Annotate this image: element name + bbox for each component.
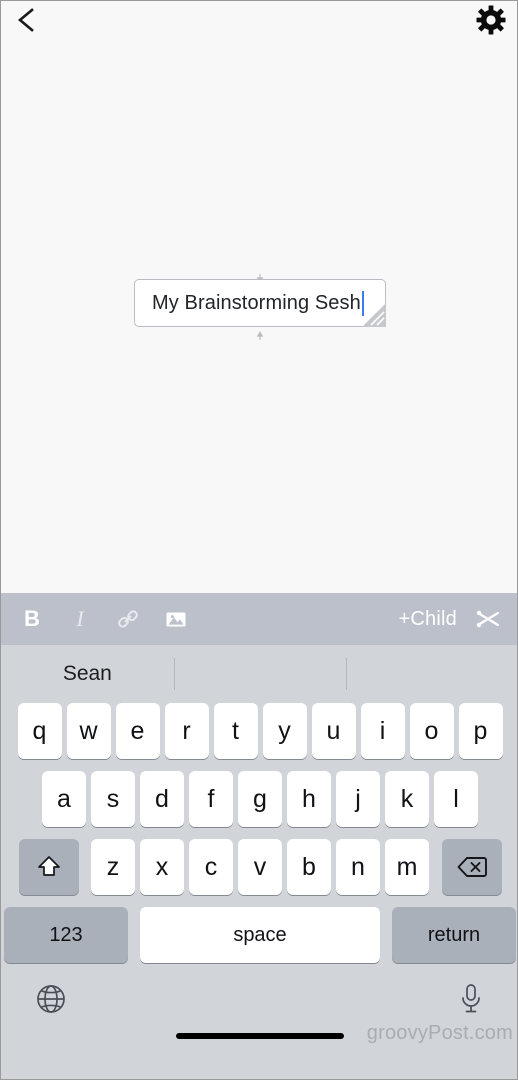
connector-up-icon xyxy=(254,270,266,283)
format-toolbar-left: B I xyxy=(17,604,191,634)
key-q[interactable]: q xyxy=(17,703,62,759)
key-a[interactable]: a xyxy=(42,771,86,827)
key-i[interactable]: i xyxy=(360,703,405,759)
key-x[interactable]: x xyxy=(140,839,184,895)
key-f[interactable]: f xyxy=(189,771,233,827)
keyboard-row-1: q w e r t y u i o p xyxy=(1,703,517,759)
next-keyboard-button[interactable] xyxy=(31,979,71,1019)
format-toolbar: B I +Child xyxy=(1,593,517,645)
key-y[interactable]: y xyxy=(262,703,307,759)
predictive-text-bar: Sean xyxy=(1,645,517,703)
return-key[interactable]: return xyxy=(392,907,516,963)
home-indicator xyxy=(176,1033,344,1039)
image-button[interactable] xyxy=(161,604,191,634)
key-w[interactable]: w xyxy=(66,703,111,759)
key-g[interactable]: g xyxy=(238,771,282,827)
key-h[interactable]: h xyxy=(287,771,331,827)
key-m[interactable]: m xyxy=(385,839,429,895)
top-bar xyxy=(1,1,517,45)
chevron-left-icon xyxy=(17,8,34,32)
phone-screen: My Brainstorming Sesh B I +Child Sean q … xyxy=(0,0,518,1080)
add-child-button[interactable]: +Child xyxy=(399,608,457,631)
backspace-key[interactable] xyxy=(441,839,502,895)
key-e[interactable]: e xyxy=(115,703,160,759)
key-u[interactable]: u xyxy=(311,703,356,759)
shift-key[interactable] xyxy=(18,839,79,895)
link-icon xyxy=(118,610,138,628)
globe-icon xyxy=(37,985,65,1013)
keyboard-row-2: a s d f g h j k l xyxy=(1,771,517,827)
key-j[interactable]: j xyxy=(336,771,380,827)
keyboard-bottom-row: groovyPost.com xyxy=(1,971,517,1047)
mindmap-canvas[interactable]: My Brainstorming Sesh xyxy=(1,1,517,593)
microphone-icon xyxy=(462,984,480,1013)
keyboard-row-3: z x c v b n m xyxy=(1,839,517,895)
settings-button[interactable] xyxy=(473,2,509,38)
resize-handle[interactable] xyxy=(362,303,386,327)
key-s[interactable]: s xyxy=(91,771,135,827)
cut-button[interactable] xyxy=(473,604,503,634)
back-button[interactable] xyxy=(9,3,43,37)
node-text-field[interactable]: My Brainstorming Sesh xyxy=(134,279,386,327)
connector-down-icon xyxy=(254,327,266,340)
key-v[interactable]: v xyxy=(238,839,282,895)
key-p[interactable]: p xyxy=(458,703,503,759)
scissors-icon xyxy=(476,610,500,628)
link-button[interactable] xyxy=(113,604,143,634)
resize-handle-icon xyxy=(362,303,386,327)
format-toolbar-right: +Child xyxy=(399,604,503,634)
key-c[interactable]: c xyxy=(189,839,233,895)
backspace-icon xyxy=(457,857,487,877)
watermark: groovyPost.com xyxy=(366,1022,513,1044)
key-z[interactable]: z xyxy=(91,839,135,895)
key-o[interactable]: o xyxy=(409,703,454,759)
gear-icon xyxy=(476,5,506,35)
shift-arrow-icon xyxy=(37,856,60,876)
space-key[interactable]: space xyxy=(140,907,380,963)
suggestion-item-2[interactable] xyxy=(173,645,347,703)
key-k[interactable]: k xyxy=(385,771,429,827)
image-icon xyxy=(166,612,186,627)
bold-button[interactable]: B xyxy=(17,604,47,634)
keyboard-row-4: 123 space return xyxy=(1,907,517,963)
key-t[interactable]: t xyxy=(213,703,258,759)
suggestion-item-1[interactable]: Sean xyxy=(1,645,174,703)
key-r[interactable]: r xyxy=(164,703,209,759)
key-n[interactable]: n xyxy=(336,839,380,895)
suggestion-item-3[interactable] xyxy=(346,645,517,703)
numbers-key[interactable]: 123 xyxy=(4,907,128,963)
onscreen-keyboard: Sean q w e r t y u i o p a s d f g h j k… xyxy=(1,645,517,1079)
key-l[interactable]: l xyxy=(434,771,478,827)
mindmap-node[interactable]: My Brainstorming Sesh xyxy=(134,274,386,340)
key-b[interactable]: b xyxy=(287,839,331,895)
italic-button[interactable]: I xyxy=(65,604,95,634)
node-text-value: My Brainstorming Sesh xyxy=(152,291,361,314)
key-d[interactable]: d xyxy=(140,771,184,827)
dictation-button[interactable] xyxy=(453,979,489,1019)
